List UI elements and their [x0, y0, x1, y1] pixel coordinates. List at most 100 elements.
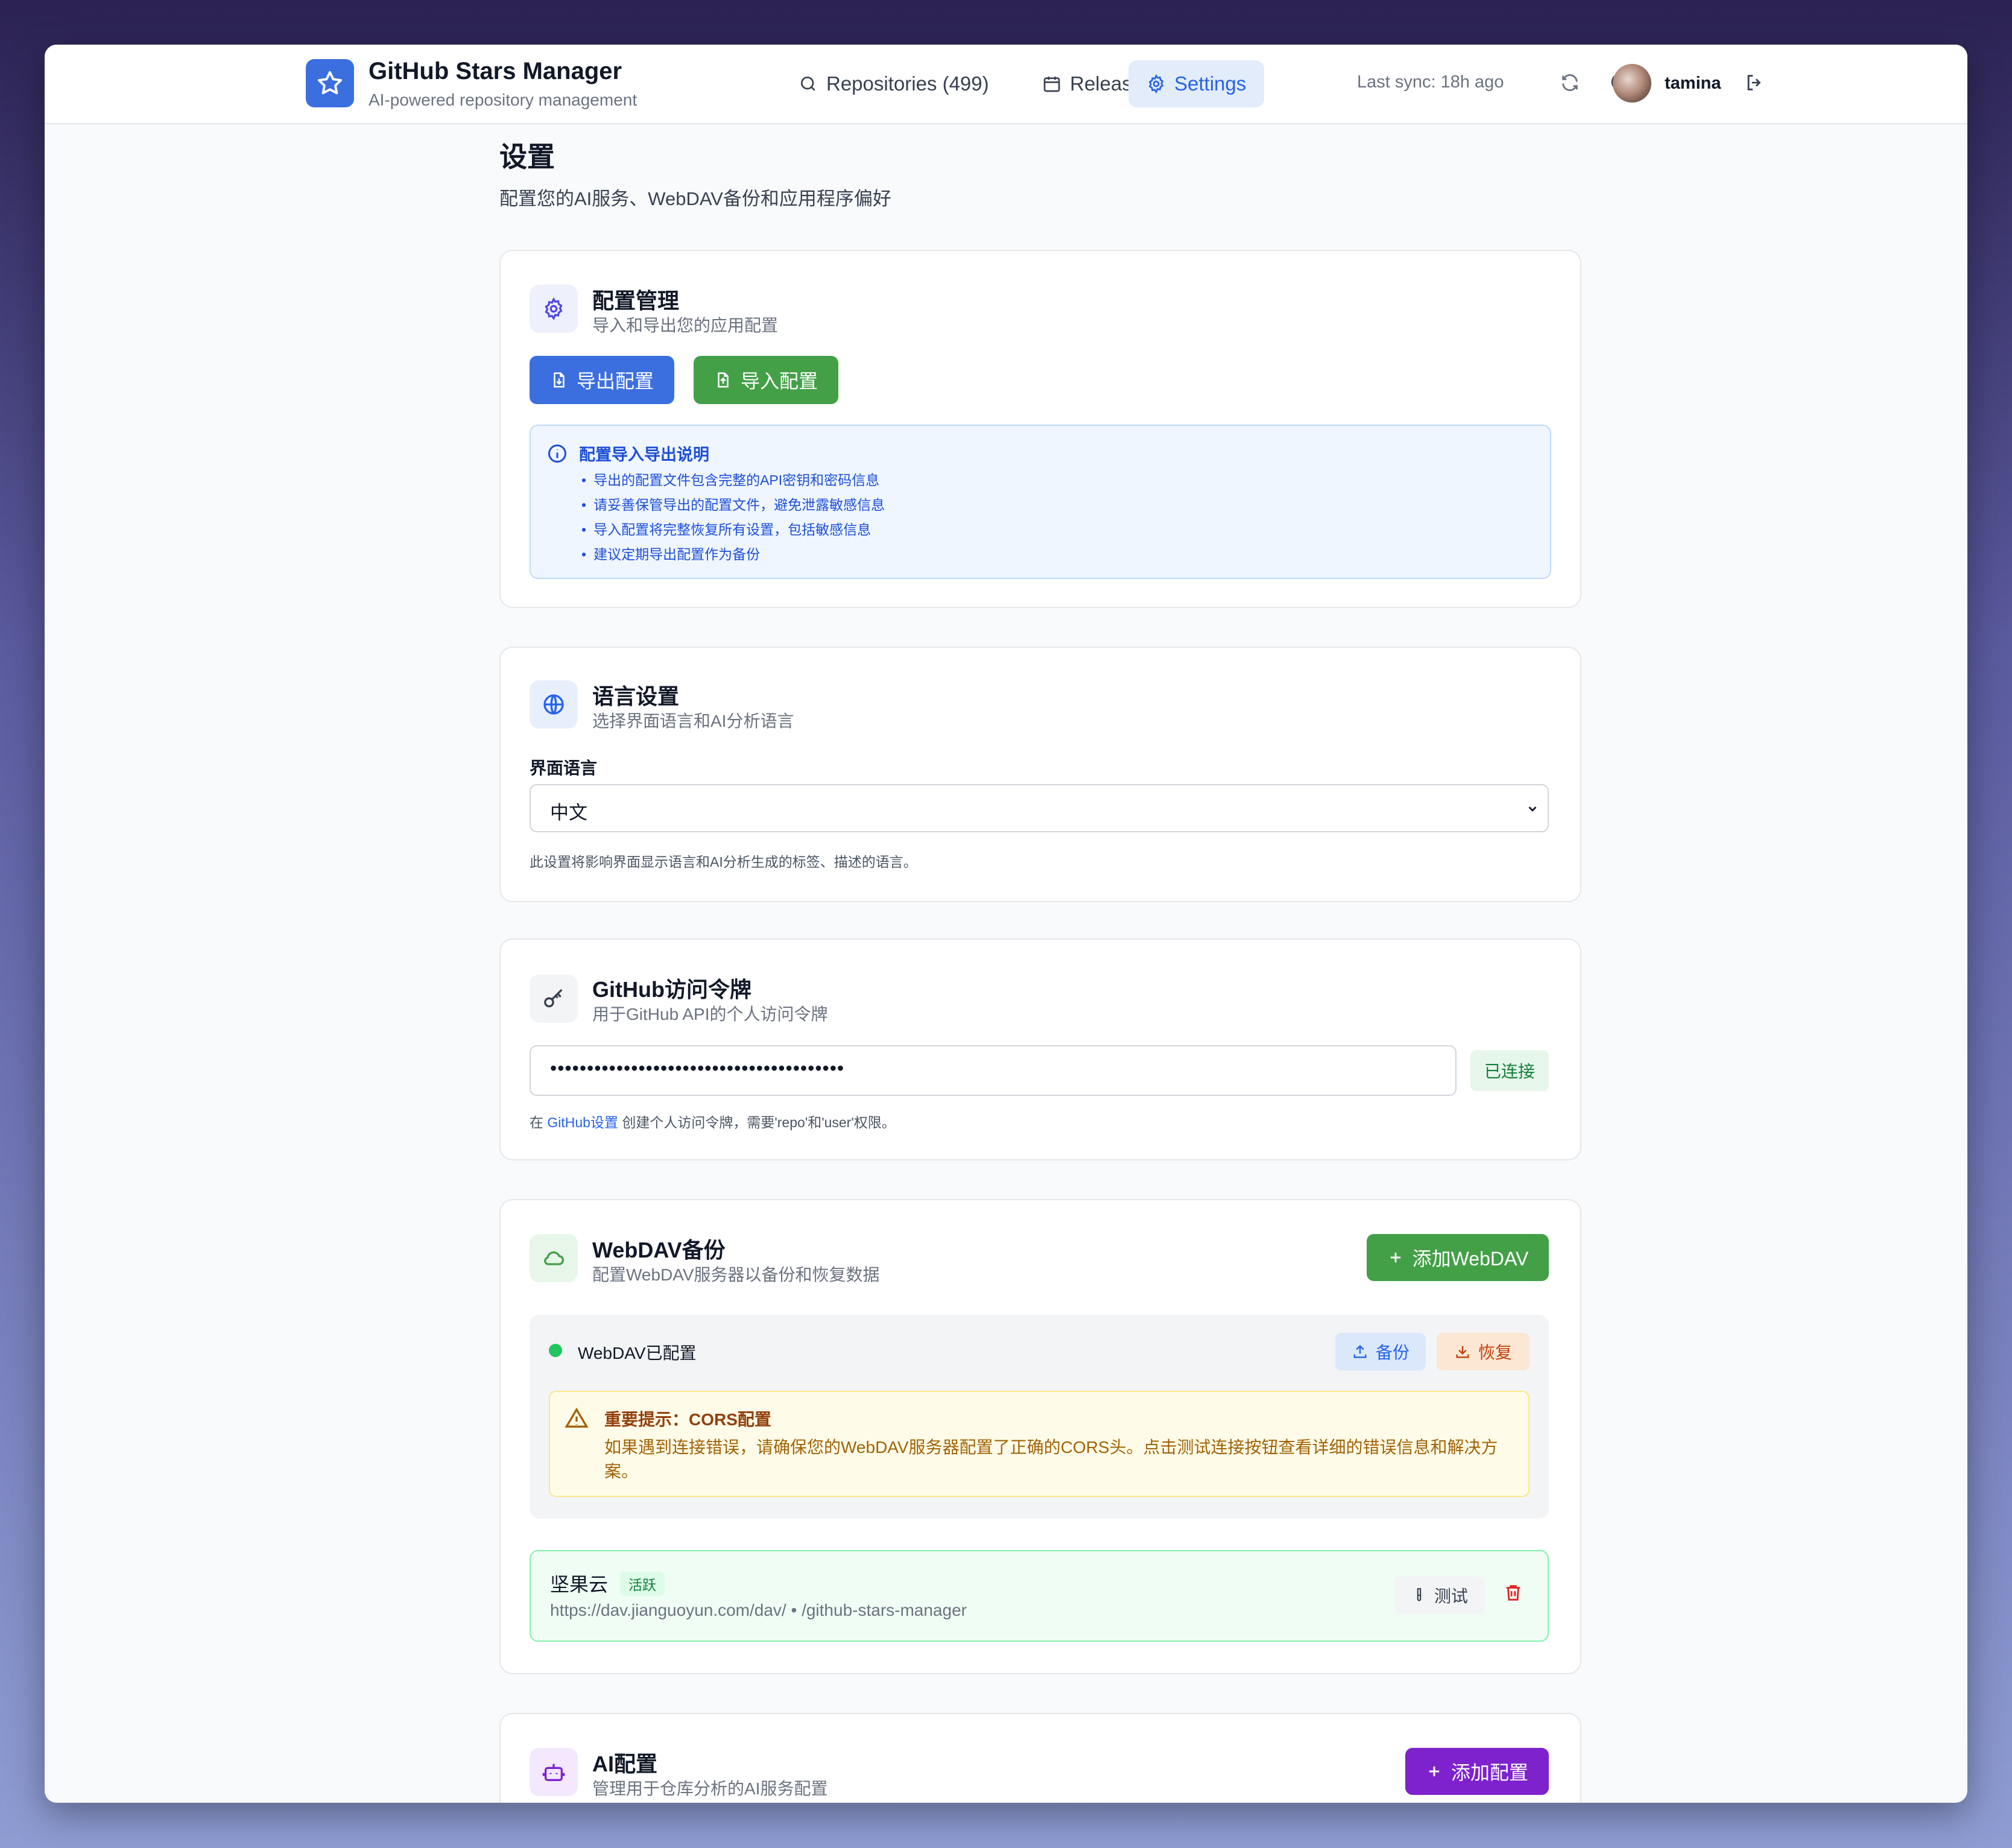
info-item: 导入配置将完整恢复所有设置，包括敏感信息 — [581, 517, 885, 542]
language-select[interactable]: 中文 — [530, 784, 1549, 832]
card-title: AI配置 — [592, 1751, 658, 1776]
language-selected-value: 中文 — [550, 802, 587, 823]
delete-server-button[interactable] — [1503, 1583, 1523, 1606]
connection-status-badge: 已连接 — [1470, 1050, 1549, 1091]
cloud-icon — [544, 1251, 565, 1265]
app-subtitle: AI-powered repository management — [369, 90, 637, 109]
card-title: GitHub访问令牌 — [592, 977, 751, 1002]
language-help-text: 此设置将影响界面显示语言和AI分析生成的标签、描述的语言。 — [530, 854, 917, 870]
star-icon — [317, 71, 343, 95]
server-name: 坚果云 — [550, 1574, 609, 1595]
config-management-card: 配置管理 导入和导出您的应用配置 导出配置 导入配置 配置导入导出说明 导出的配… — [499, 250, 1581, 608]
refresh-icon — [1562, 74, 1578, 91]
info-item: 导出的配置文件包含完整的API密钥和密码信息 — [581, 468, 885, 493]
cors-warning: 重要提示：CORS配置 如果遇到连接错误，请确保您的WebDAV服务器配置了正确… — [549, 1391, 1530, 1497]
button-label: 备份 — [1375, 1343, 1409, 1362]
app-window: GitHub Stars Manager AI-powered reposito… — [45, 45, 1967, 1803]
avatar[interactable] — [1613, 64, 1651, 103]
token-icon-box — [530, 975, 578, 1023]
upload-icon — [1353, 1345, 1367, 1358]
logout-button[interactable] — [1744, 72, 1765, 93]
info-item: 请妥善保管导出的配置文件，避免泄露敏感信息 — [581, 493, 885, 517]
webdav-status-panel: WebDAV已配置 备份 恢复 重要提示：CORS配置 如果遇到连接错误，请确保… — [530, 1315, 1549, 1519]
card-subtitle: 配置WebDAV服务器以备份和恢复数据 — [592, 1265, 880, 1284]
export-config-button[interactable]: 导出配置 — [530, 356, 674, 404]
webdav-status-text: WebDAV已配置 — [578, 1344, 697, 1362]
app-title: GitHub Stars Manager — [369, 58, 622, 84]
nav-settings[interactable]: Settings — [1128, 60, 1265, 107]
active-badge: 活跃 — [620, 1572, 665, 1596]
card-title: WebDAV备份 — [592, 1238, 726, 1262]
info-item: 建议定期导出配置作为备份 — [581, 542, 885, 567]
chevron-down-icon — [1528, 806, 1537, 812]
github-settings-link[interactable]: GitHub设置 — [547, 1115, 618, 1130]
card-subtitle: 导入和导出您的应用配置 — [592, 316, 779, 335]
help-prefix: 在 — [530, 1115, 548, 1130]
card-subtitle: 用于GitHub API的个人访问令牌 — [592, 1005, 828, 1024]
download-icon — [1456, 1346, 1469, 1358]
last-sync-text: Last sync: 18h ago — [1357, 72, 1504, 92]
gear-icon — [1148, 74, 1164, 93]
ai-icon-box — [530, 1748, 578, 1796]
test-connection-button[interactable]: 测试 — [1394, 1577, 1485, 1614]
test-tube-icon — [1417, 1588, 1422, 1601]
key-icon — [544, 989, 563, 1008]
button-label: 恢复 — [1478, 1343, 1512, 1362]
logout-icon — [1747, 75, 1761, 90]
config-icon-box — [530, 285, 578, 333]
card-subtitle: 选择界面语言和AI分析语言 — [592, 712, 794, 730]
language-card: 语言设置 选择界面语言和AI分析语言 界面语言 中文 此设置将影响界面显示语言和… — [499, 647, 1581, 902]
bot-icon — [542, 1764, 565, 1781]
webdav-server-item: 坚果云 活跃 https://dav.jianguoyun.com/dav/ •… — [530, 1550, 1549, 1642]
warning-text: 如果遇到连接错误，请确保您的WebDAV服务器配置了正确的CORS头。点击测试连… — [604, 1438, 1498, 1481]
ai-config-card: AI配置 管理用于仓库分析的AI服务配置 添加配置 — [499, 1713, 1581, 1803]
warning-title: 重要提示：CORS配置 — [604, 1410, 771, 1429]
token-input[interactable]: •••••••••••••••••••••••••••••••••••••••• — [530, 1045, 1457, 1096]
status-dot — [549, 1344, 562, 1357]
username: tamina — [1665, 74, 1721, 93]
warning-icon — [565, 1407, 589, 1428]
logo — [306, 59, 354, 107]
button-label: 添加WebDAV — [1412, 1248, 1529, 1270]
language-icon-box — [530, 680, 578, 729]
help-suffix: 创建个人访问令牌，需要'repo'和'user'权限。 — [618, 1115, 896, 1130]
page-subtitle: 配置您的AI服务、WebDAV备份和应用程序偏好 — [499, 188, 891, 209]
button-label: 导入配置 — [740, 370, 818, 392]
add-ai-config-button[interactable]: 添加配置 — [1405, 1748, 1549, 1795]
info-title: 配置导入导出说明 — [579, 446, 709, 464]
language-field-label: 界面语言 — [530, 759, 598, 777]
card-subtitle: 管理用于仓库分析的AI服务配置 — [592, 1779, 828, 1798]
plus-icon — [1390, 1252, 1400, 1263]
plus-icon — [1429, 1766, 1440, 1777]
backup-button[interactable]: 备份 — [1335, 1333, 1426, 1370]
trash-icon — [1506, 1585, 1520, 1601]
restore-button[interactable]: 恢复 — [1437, 1333, 1530, 1370]
top-header: GitHub Stars Manager AI-powered reposito… — [45, 45, 1967, 124]
file-download-icon — [554, 372, 565, 388]
info-icon — [548, 445, 566, 463]
gear-icon — [545, 297, 563, 320]
page-title: 设置 — [499, 141, 555, 172]
nav-repositories[interactable]: Repositories (499) — [780, 60, 1007, 107]
github-token-card: GitHub访问令牌 用于GitHub API的个人访问令牌 •••••••••… — [499, 938, 1581, 1160]
file-upload-icon — [718, 372, 729, 388]
calendar-icon — [1043, 77, 1060, 92]
button-label: 添加配置 — [1450, 1762, 1528, 1783]
refresh-button[interactable] — [1560, 72, 1580, 93]
config-info-box: 配置导入导出说明 导出的配置文件包含完整的API密钥和密码信息 请妥善保管导出的… — [530, 425, 1551, 579]
nav-label: Repositories (499) — [826, 72, 989, 95]
webdav-card: WebDAV备份 配置WebDAV服务器以备份和恢复数据 添加WebDAV We… — [499, 1199, 1581, 1674]
globe-icon — [543, 694, 564, 715]
search-icon — [801, 76, 815, 91]
button-label: 导出配置 — [576, 370, 654, 392]
button-label: 测试 — [1434, 1587, 1468, 1606]
import-config-button[interactable]: 导入配置 — [694, 356, 838, 404]
card-title: 语言设置 — [592, 684, 680, 709]
info-list: 导出的配置文件包含完整的API密钥和密码信息 请妥善保管导出的配置文件，避免泄露… — [581, 468, 885, 567]
token-masked-value: •••••••••••••••••••••••••••••••••••••••• — [550, 1057, 845, 1079]
card-title: 配置管理 — [592, 288, 680, 313]
add-webdav-button[interactable]: 添加WebDAV — [1367, 1234, 1549, 1281]
server-url: https://dav.jianguoyun.com/dav/ • /githu… — [550, 1601, 967, 1619]
token-help-text: 在 GitHub设置 创建个人访问令牌，需要'repo'和'user'权限。 — [530, 1111, 896, 1131]
webdav-icon-box — [530, 1234, 578, 1282]
